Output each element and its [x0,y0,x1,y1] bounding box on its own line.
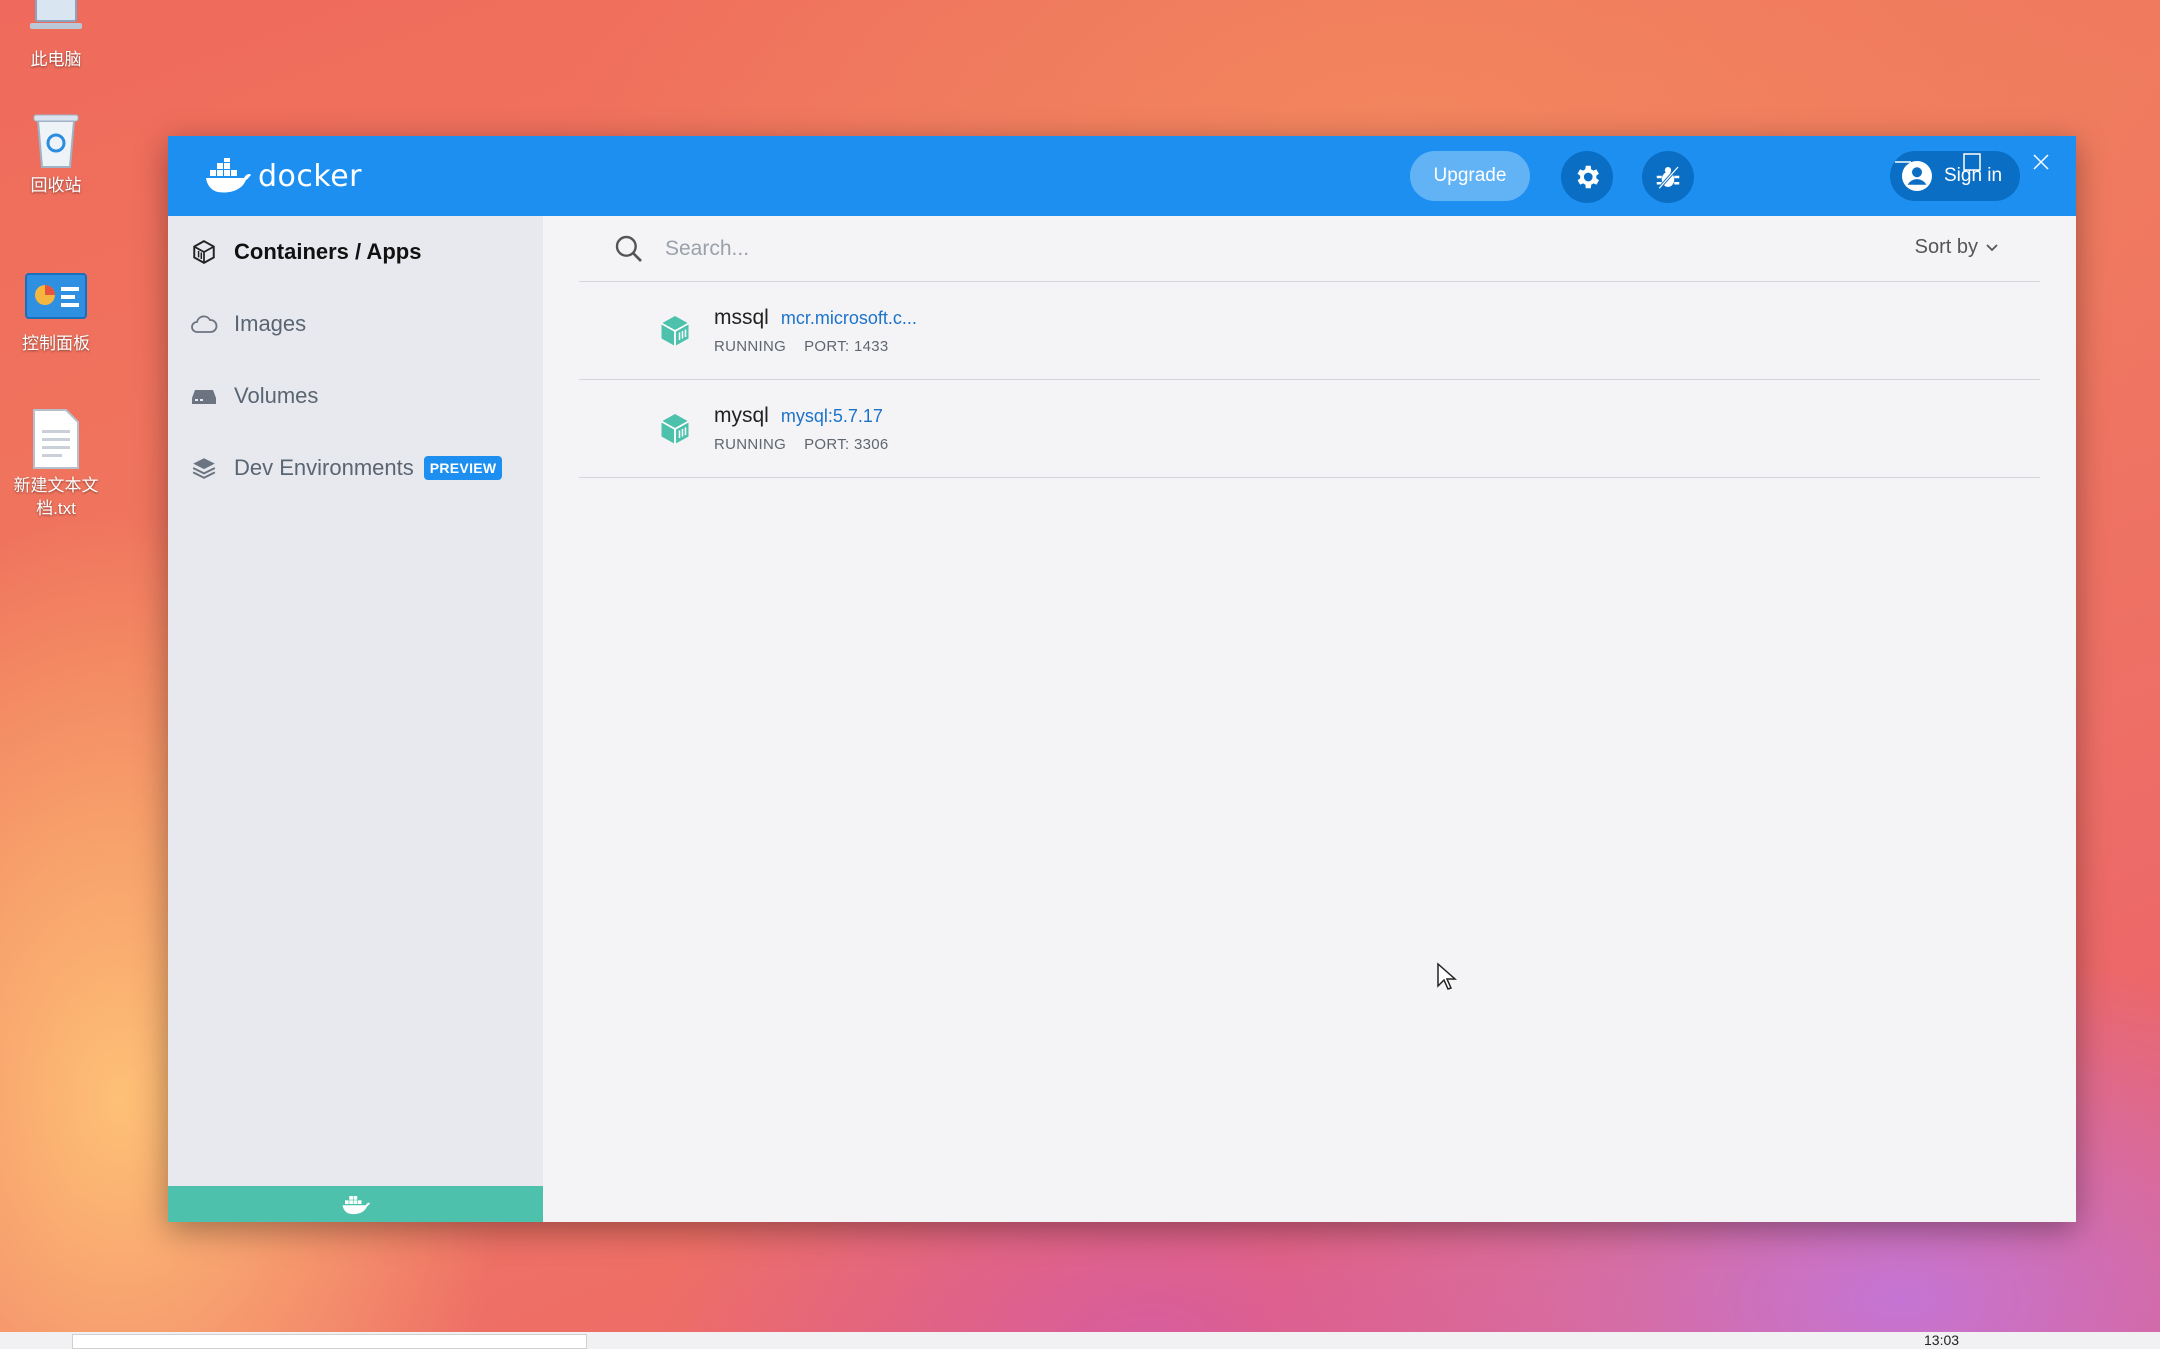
sidebar-item-label: Volumes [234,383,319,408]
bug-icon [1656,165,1680,190]
container-row-mssql[interactable]: mssql mcr.microsoft.c... RUNNING PORT: 1… [579,282,2040,380]
container-image-link[interactable]: mysql:5.7.17 [781,406,883,427]
preview-badge: PREVIEW [423,456,503,480]
desktop-icon-label: 此电脑 [30,50,82,69]
close-button[interactable] [2021,144,2061,180]
sort-by-label: Sort by [1914,236,1978,258]
search-input[interactable] [665,236,1265,261]
container-box-icon [190,238,218,266]
settings-button[interactable] [1561,151,1613,203]
search-icon [615,235,642,262]
container-status: RUNNING [714,338,787,355]
container-port: PORT: 3306 [804,436,889,453]
computer-icon [25,0,87,44]
desktop-icon-recycle-bin[interactable]: 回收站 [6,108,106,197]
sidebar-item-label: Images [234,311,307,336]
desktop-icon-this-pc[interactable]: 此电脑 [6,0,106,71]
search-bar: Sort by [579,216,2040,282]
maximize-button[interactable] [1952,144,1992,180]
desktop-icon-label: 回收站 [30,176,82,195]
recycle-bin-icon [25,108,87,170]
desktop-icon-label: 控制面板 [22,334,90,353]
title-bar: docker Upgrade Sign in [168,136,2076,216]
container-name: mysql [714,404,769,427]
container-running-icon [661,315,689,346]
main-content: Sort by mssql mcr.microsoft.c... RUNNING… [543,216,2076,1222]
close-icon [2033,154,2049,170]
text-file-icon [25,408,87,470]
docker-wordmark: docker [258,158,362,194]
minimize-button[interactable] [1883,144,1923,180]
taskbar: 13:03 [0,1332,2160,1349]
sidebar-item-label: Dev Environments [234,455,414,480]
sort-by-dropdown[interactable]: Sort by [1915,236,2000,259]
sidebar-item-label: Containers / Apps [234,239,422,264]
chevron-down-icon [1986,243,1998,251]
taskbar-search-box[interactable] [72,1334,587,1349]
container-name: mssql [714,306,769,329]
gear-icon [1577,165,1599,189]
troubleshoot-button[interactable] [1642,151,1694,203]
container-row-mysql[interactable]: mysql mysql:5.7.17 RUNNING PORT: 3306 [579,380,2040,478]
container-port: PORT: 1433 [804,338,889,355]
docker-desktop-window: docker Upgrade Sign in Containers / Apps… [168,136,2076,1222]
desktop-icon-label: 新建文本文 档.txt [13,476,99,518]
container-running-icon [661,413,689,444]
desktop-icon-text-file[interactable]: 新建文本文 档.txt [6,408,106,520]
sidebar-item-dev-environments[interactable]: Dev Environments PREVIEW [168,432,543,504]
sidebar-item-volumes[interactable]: Volumes [168,360,543,432]
docker-logo: docker [204,158,362,194]
container-status: RUNNING [714,436,787,453]
layers-icon [190,454,218,482]
disk-icon [190,382,218,410]
minimize-icon [1895,161,1911,163]
sidebar-item-containers-apps[interactable]: Containers / Apps [168,216,543,288]
maximize-icon [1963,153,1981,171]
mouse-cursor-icon [1437,962,1457,990]
sidebar: Containers / Apps Images Volumes Dev Env… [168,216,543,1222]
taskbar-clock: 13:03 [1924,1332,1960,1348]
container-image-link[interactable]: mcr.microsoft.c... [781,308,917,329]
control-panel-icon [25,266,87,328]
sidebar-item-images[interactable]: Images [168,288,543,360]
upgrade-button[interactable]: Upgrade [1410,151,1530,201]
docker-whale-icon [206,158,251,193]
desktop-icon-control-panel[interactable]: 控制面板 [6,266,106,355]
cloud-icon [190,310,218,338]
engine-status-bar[interactable] [168,1186,543,1222]
docker-whale-icon [342,1196,370,1215]
